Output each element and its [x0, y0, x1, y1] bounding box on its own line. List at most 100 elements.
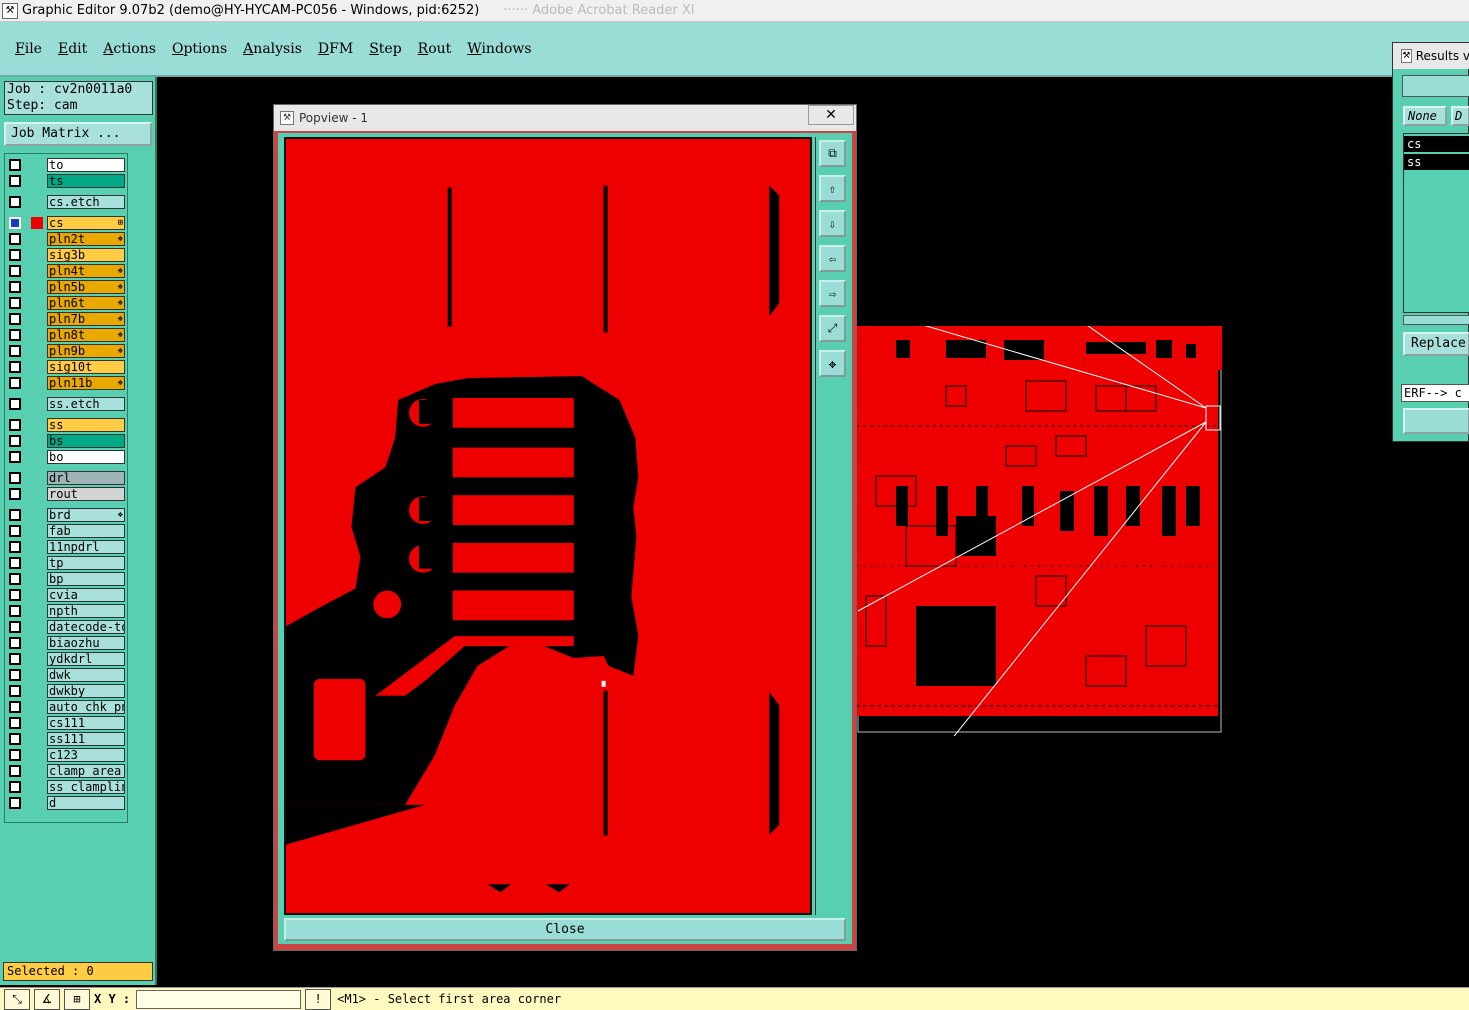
- layer-row[interactable]: cs.etch: [9, 195, 125, 209]
- layer-row[interactable]: clamp_area: [9, 764, 125, 778]
- layer-row[interactable]: pln11b ❖: [9, 376, 125, 390]
- snap-mode-icon[interactable]: ⤡: [4, 988, 30, 1010]
- layer-checkbox[interactable]: [9, 377, 21, 389]
- board-view[interactable]: [856, 326, 1225, 736]
- menu-analysis[interactable]: Analysis: [243, 41, 302, 57]
- job-matrix-button[interactable]: Job Matrix ...: [4, 122, 152, 146]
- layer-checkbox[interactable]: [9, 419, 21, 431]
- layer-checkbox[interactable]: [9, 175, 21, 187]
- popview-close-button[interactable]: Close: [284, 918, 846, 941]
- layer-checkbox[interactable]: [9, 361, 21, 373]
- layer-checkbox[interactable]: [9, 685, 21, 697]
- layer-checkbox[interactable]: [9, 249, 21, 261]
- layer-checkbox[interactable]: [9, 717, 21, 729]
- pan-up-icon[interactable]: ⇧: [819, 175, 846, 202]
- layer-checkbox[interactable]: [9, 637, 21, 649]
- layer-row[interactable]: drl: [9, 471, 125, 485]
- results-item-ss[interactable]: ss: [1404, 154, 1469, 170]
- menu-options[interactable]: Options: [172, 41, 227, 57]
- layer-checkbox[interactable]: [9, 781, 21, 793]
- layer-row[interactable]: pln6t ❖: [9, 296, 125, 310]
- layer-checkbox[interactable]: [9, 653, 21, 665]
- menu-actions[interactable]: Actions: [103, 41, 156, 57]
- layer-checkbox[interactable]: [9, 605, 21, 617]
- layer-checkbox[interactable]: [9, 557, 21, 569]
- layer-row[interactable]: bs: [9, 434, 125, 448]
- layer-row[interactable]: auto_chk_pnl: [9, 700, 125, 714]
- pan-left-icon[interactable]: ⇦: [819, 245, 846, 272]
- layer-row[interactable]: ydkdrl: [9, 652, 125, 666]
- layer-row[interactable]: bp: [9, 572, 125, 586]
- layer-checkbox[interactable]: [9, 749, 21, 761]
- layer-row[interactable]: brd ❖: [9, 508, 125, 522]
- layer-checkbox[interactable]: [9, 281, 21, 293]
- layer-checkbox[interactable]: [9, 265, 21, 277]
- layer-row[interactable]: cs ⊞: [9, 216, 125, 230]
- layer-checkbox[interactable]: [9, 329, 21, 341]
- results-none-button[interactable]: None: [1403, 106, 1447, 126]
- erf-field[interactable]: ERF--> c: [1401, 384, 1469, 402]
- layer-checkbox[interactable]: [9, 765, 21, 777]
- layer-checkbox[interactable]: [9, 509, 21, 521]
- pan-right-icon[interactable]: ⇨: [819, 280, 846, 307]
- layer-row[interactable]: dwk: [9, 668, 125, 682]
- layer-checkbox[interactable]: [9, 472, 21, 484]
- grid-mode-icon[interactable]: ⊞: [64, 988, 90, 1010]
- results-bottom-button[interactable]: [1403, 408, 1469, 434]
- results-item-cs[interactable]: cs: [1404, 136, 1469, 152]
- alert-icon[interactable]: !: [305, 988, 332, 1010]
- layer-checkbox[interactable]: [9, 217, 21, 229]
- layer-checkbox[interactable]: [9, 159, 21, 171]
- layer-row[interactable]: biaozhu: [9, 636, 125, 650]
- layer-row[interactable]: pln5b ❖: [9, 280, 125, 294]
- layer-row[interactable]: ss_clampline: [9, 780, 125, 794]
- layer-row[interactable]: ss.etch: [9, 397, 125, 411]
- xy-input[interactable]: [136, 989, 302, 1009]
- layer-row[interactable]: ts: [9, 174, 125, 188]
- layer-checkbox[interactable]: [9, 196, 21, 208]
- menu-windows[interactable]: Windows: [467, 41, 531, 57]
- layer-row[interactable]: cs111: [9, 716, 125, 730]
- layer-row[interactable]: to: [9, 158, 125, 172]
- layer-row[interactable]: ss: [9, 418, 125, 432]
- layer-row[interactable]: datecode-to: [9, 620, 125, 634]
- menu-rout[interactable]: Rout: [418, 41, 452, 57]
- layer-row[interactable]: pln2t ❖: [9, 232, 125, 246]
- results-title-bar[interactable]: ⚒ Results v: [1393, 43, 1469, 69]
- layer-row[interactable]: rout: [9, 487, 125, 501]
- layer-checkbox[interactable]: [9, 797, 21, 809]
- results-second-button[interactable]: D: [1451, 106, 1469, 126]
- layer-checkbox[interactable]: [9, 233, 21, 245]
- pan-down-icon[interactable]: ⇩: [819, 210, 846, 237]
- layer-row[interactable]: sig3b: [9, 248, 125, 262]
- popview-close-icon[interactable]: ✕: [808, 105, 854, 125]
- layer-row[interactable]: pln4t ❖: [9, 264, 125, 278]
- layer-row[interactable]: npth: [9, 604, 125, 618]
- layer-row[interactable]: bo: [9, 450, 125, 464]
- layer-row[interactable]: pln7b ❖: [9, 312, 125, 326]
- layer-checkbox[interactable]: [9, 398, 21, 410]
- layer-checkbox[interactable]: [9, 345, 21, 357]
- layer-checkbox[interactable]: [9, 525, 21, 537]
- menu-edit[interactable]: Edit: [58, 41, 87, 57]
- zoom-home-icon[interactable]: ✥: [819, 350, 846, 377]
- results-top-field[interactable]: [1402, 75, 1469, 97]
- layer-row[interactable]: pln9b ❖: [9, 344, 125, 358]
- angle-mode-icon[interactable]: ∡: [34, 988, 60, 1010]
- zoomed-copper-view[interactable]: [284, 137, 812, 915]
- layer-checkbox[interactable]: [9, 541, 21, 553]
- layer-row[interactable]: fab: [9, 524, 125, 538]
- layer-checkbox[interactable]: [9, 451, 21, 463]
- layer-row[interactable]: ss111: [9, 732, 125, 746]
- layer-row[interactable]: 11npdrl: [9, 540, 125, 554]
- layer-checkbox[interactable]: [9, 669, 21, 681]
- layer-checkbox[interactable]: [9, 589, 21, 601]
- layer-row[interactable]: c123: [9, 748, 125, 762]
- layer-row[interactable]: d: [9, 796, 125, 810]
- layer-checkbox[interactable]: [9, 488, 21, 500]
- layer-row[interactable]: tp: [9, 556, 125, 570]
- layer-checkbox[interactable]: [9, 313, 21, 325]
- menu-dfm[interactable]: DFM: [318, 41, 353, 57]
- zoom-fit-icon[interactable]: ⤢: [819, 315, 846, 342]
- results-scrollbar[interactable]: [1403, 315, 1469, 325]
